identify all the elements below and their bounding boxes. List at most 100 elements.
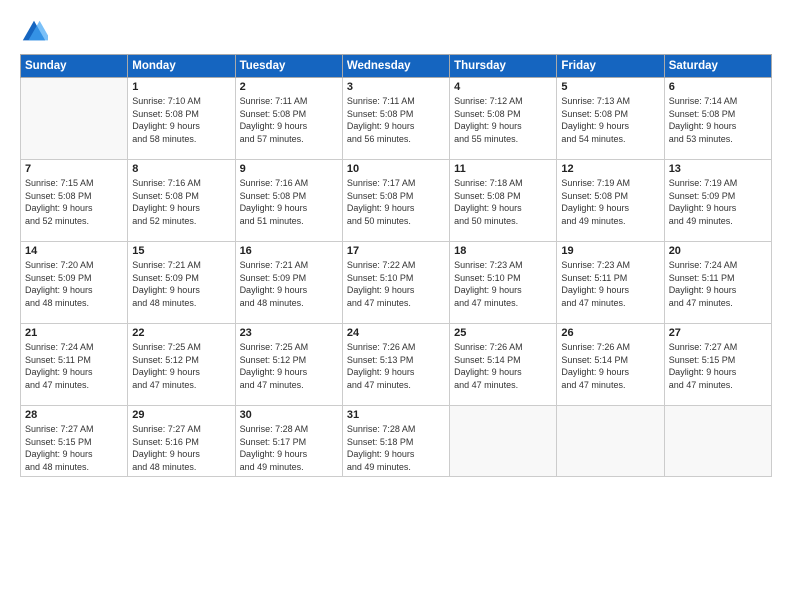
day-cell: 15 Sunrise: 7:21 AM Sunset: 5:09 PM Dayli… (128, 242, 235, 324)
day-info: Sunrise: 7:15 AM Sunset: 5:08 PM Dayligh… (25, 177, 123, 227)
day-cell: 19Sunrise: 7:23 AM Sunset: 5:11 PM Dayli… (557, 242, 664, 324)
day-number: 20 (669, 245, 767, 257)
day-number: 7 (25, 163, 123, 175)
day-number: 13 (669, 163, 767, 175)
day-info: Sunrise: 7:21 AM Sunset: 5:09 PM Dayligh… (240, 259, 338, 309)
day-cell: 31Sunrise: 7:28 AM Sunset: 5:18 PM Dayli… (342, 406, 449, 477)
day-number: 15 (132, 245, 230, 257)
day-number: 17 (347, 245, 445, 257)
day-info: Sunrise: 7:28 AM Sunset: 5:17 PM Dayligh… (240, 423, 338, 473)
day-cell: 11 Sunrise: 7:18 AM Sunset: 5:08 PM Dayli… (450, 160, 557, 242)
day-cell: 7 Sunrise: 7:15 AM Sunset: 5:08 PM Daylig… (21, 160, 128, 242)
day-number: 8 (132, 163, 230, 175)
day-cell (557, 406, 664, 477)
day-cell: 1Sunrise: 7:10 AM Sunset: 5:08 PM Daylig… (128, 78, 235, 160)
col-header-sunday: Sunday (21, 55, 128, 78)
day-info: Sunrise: 7:11 AM Sunset: 5:08 PM Dayligh… (347, 95, 445, 145)
day-cell: 18 Sunrise: 7:23 AM Sunset: 5:10 PM Dayli… (450, 242, 557, 324)
day-number: 27 (669, 327, 767, 339)
day-cell: 21 Sunrise: 7:24 AM Sunset: 5:11 PM Dayli… (21, 324, 128, 406)
day-info: Sunrise: 7:26 AM Sunset: 5:14 PM Dayligh… (561, 341, 659, 391)
day-info: Sunrise: 7:17 AM Sunset: 5:08 PM Dayligh… (347, 177, 445, 227)
day-number: 28 (25, 409, 123, 421)
day-info: Sunrise: 7:25 AM Sunset: 5:12 PM Dayligh… (132, 341, 230, 391)
day-number: 23 (240, 327, 338, 339)
col-header-wednesday: Wednesday (342, 55, 449, 78)
day-cell: 2Sunrise: 7:11 AM Sunset: 5:08 PM Daylig… (235, 78, 342, 160)
day-cell: 6 Sunrise: 7:14 AM Sunset: 5:08 PM Daylig… (664, 78, 771, 160)
day-number: 4 (454, 81, 552, 93)
day-info: Sunrise: 7:22 AM Sunset: 5:10 PM Dayligh… (347, 259, 445, 309)
col-header-saturday: Saturday (664, 55, 771, 78)
header (20, 18, 772, 46)
day-cell: 25 Sunrise: 7:26 AM Sunset: 5:14 PM Dayli… (450, 324, 557, 406)
day-cell: 20Sunrise: 7:24 AM Sunset: 5:11 PM Dayli… (664, 242, 771, 324)
day-info: Sunrise: 7:27 AM Sunset: 5:15 PM Dayligh… (25, 423, 123, 473)
day-info: Sunrise: 7:16 AM Sunset: 5:08 PM Dayligh… (132, 177, 230, 227)
day-cell: 9 Sunrise: 7:16 AM Sunset: 5:08 PM Daylig… (235, 160, 342, 242)
day-number: 6 (669, 81, 767, 93)
day-number: 10 (347, 163, 445, 175)
day-number: 1 (132, 81, 230, 93)
day-cell: 13 Sunrise: 7:19 AM Sunset: 5:09 PM Dayli… (664, 160, 771, 242)
day-number: 16 (240, 245, 338, 257)
day-cell: 23 Sunrise: 7:25 AM Sunset: 5:12 PM Dayli… (235, 324, 342, 406)
day-cell: 24 Sunrise: 7:26 AM Sunset: 5:13 PM Dayli… (342, 324, 449, 406)
day-info: Sunrise: 7:23 AM Sunset: 5:10 PM Dayligh… (454, 259, 552, 309)
day-info: Sunrise: 7:23 AM Sunset: 5:11 PM Dayligh… (561, 259, 659, 309)
day-number: 30 (240, 409, 338, 421)
day-info: Sunrise: 7:25 AM Sunset: 5:12 PM Dayligh… (240, 341, 338, 391)
week-row-1: 1Sunrise: 7:10 AM Sunset: 5:08 PM Daylig… (21, 78, 772, 160)
day-info: Sunrise: 7:16 AM Sunset: 5:08 PM Dayligh… (240, 177, 338, 227)
day-number: 21 (25, 327, 123, 339)
week-row-3: 14Sunrise: 7:20 AM Sunset: 5:09 PM Dayli… (21, 242, 772, 324)
day-info: Sunrise: 7:26 AM Sunset: 5:13 PM Dayligh… (347, 341, 445, 391)
calendar-table: SundayMondayTuesdayWednesdayThursdayFrid… (20, 54, 772, 477)
day-info: Sunrise: 7:20 AM Sunset: 5:09 PM Dayligh… (25, 259, 123, 309)
day-number: 5 (561, 81, 659, 93)
week-row-5: 28 Sunrise: 7:27 AM Sunset: 5:15 PM Dayli… (21, 406, 772, 477)
day-cell: 29Sunrise: 7:27 AM Sunset: 5:16 PM Dayli… (128, 406, 235, 477)
day-info: Sunrise: 7:21 AM Sunset: 5:09 PM Dayligh… (132, 259, 230, 309)
col-header-friday: Friday (557, 55, 664, 78)
day-info: Sunrise: 7:19 AM Sunset: 5:08 PM Dayligh… (561, 177, 659, 227)
day-number: 3 (347, 81, 445, 93)
day-info: Sunrise: 7:12 AM Sunset: 5:08 PM Dayligh… (454, 95, 552, 145)
day-cell: 30 Sunrise: 7:28 AM Sunset: 5:17 PM Dayli… (235, 406, 342, 477)
day-number: 25 (454, 327, 552, 339)
day-number: 31 (347, 409, 445, 421)
day-cell: 22Sunrise: 7:25 AM Sunset: 5:12 PM Dayli… (128, 324, 235, 406)
day-cell: 4 Sunrise: 7:12 AM Sunset: 5:08 PM Daylig… (450, 78, 557, 160)
day-info: Sunrise: 7:19 AM Sunset: 5:09 PM Dayligh… (669, 177, 767, 227)
day-cell: 12Sunrise: 7:19 AM Sunset: 5:08 PM Dayli… (557, 160, 664, 242)
day-info: Sunrise: 7:27 AM Sunset: 5:16 PM Dayligh… (132, 423, 230, 473)
day-cell: 3 Sunrise: 7:11 AM Sunset: 5:08 PM Daylig… (342, 78, 449, 160)
day-cell: 17 Sunrise: 7:22 AM Sunset: 5:10 PM Dayli… (342, 242, 449, 324)
logo-icon (20, 18, 48, 46)
col-header-tuesday: Tuesday (235, 55, 342, 78)
week-row-2: 7 Sunrise: 7:15 AM Sunset: 5:08 PM Daylig… (21, 160, 772, 242)
day-number: 11 (454, 163, 552, 175)
week-row-4: 21 Sunrise: 7:24 AM Sunset: 5:11 PM Dayli… (21, 324, 772, 406)
header-row: SundayMondayTuesdayWednesdayThursdayFrid… (21, 55, 772, 78)
day-number: 9 (240, 163, 338, 175)
day-cell (664, 406, 771, 477)
day-cell: 10 Sunrise: 7:17 AM Sunset: 5:08 PM Dayli… (342, 160, 449, 242)
col-header-thursday: Thursday (450, 55, 557, 78)
logo (20, 18, 52, 46)
day-cell: 14Sunrise: 7:20 AM Sunset: 5:09 PM Dayli… (21, 242, 128, 324)
day-number: 24 (347, 327, 445, 339)
col-header-monday: Monday (128, 55, 235, 78)
day-cell: 26 Sunrise: 7:26 AM Sunset: 5:14 PM Dayli… (557, 324, 664, 406)
day-cell (450, 406, 557, 477)
day-cell: 8 Sunrise: 7:16 AM Sunset: 5:08 PM Daylig… (128, 160, 235, 242)
day-info: Sunrise: 7:18 AM Sunset: 5:08 PM Dayligh… (454, 177, 552, 227)
page: SundayMondayTuesdayWednesdayThursdayFrid… (0, 0, 792, 612)
day-number: 18 (454, 245, 552, 257)
day-info: Sunrise: 7:14 AM Sunset: 5:08 PM Dayligh… (669, 95, 767, 145)
day-cell: 28 Sunrise: 7:27 AM Sunset: 5:15 PM Dayli… (21, 406, 128, 477)
day-number: 26 (561, 327, 659, 339)
day-cell: 16 Sunrise: 7:21 AM Sunset: 5:09 PM Dayli… (235, 242, 342, 324)
day-info: Sunrise: 7:26 AM Sunset: 5:14 PM Dayligh… (454, 341, 552, 391)
day-info: Sunrise: 7:24 AM Sunset: 5:11 PM Dayligh… (25, 341, 123, 391)
